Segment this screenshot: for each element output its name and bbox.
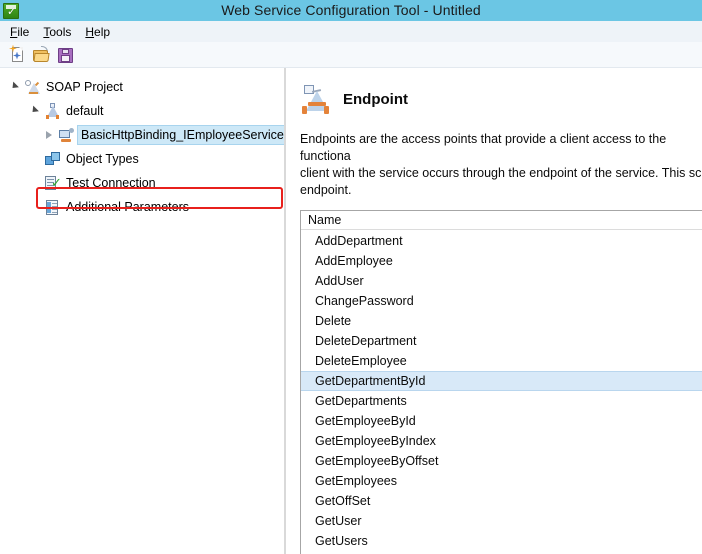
menu-item-file[interactable]: File — [5, 23, 38, 41]
operation-name: GetDepartments — [315, 394, 407, 408]
content-area: SOAP Project default BasicHttpBinding_IE… — [0, 68, 702, 554]
window-title: Web Service Configuration Tool - Untitle… — [221, 2, 481, 18]
panel-splitter[interactable] — [284, 68, 286, 554]
operation-row[interactable]: GetDepartmentById — [301, 371, 702, 391]
tree-node-additional-parameters[interactable]: Additional Parameters — [0, 195, 284, 219]
operation-name: DeleteDepartment — [315, 334, 417, 348]
endpoint-icon — [300, 84, 334, 116]
no-chevron-icon — [28, 200, 42, 214]
operation-name: Delete — [315, 314, 352, 328]
tree-node-label: Test Connection — [66, 176, 156, 190]
operation-name: GetEmployeeByOffset — [315, 454, 439, 468]
operation-name: AddDepartment — [315, 234, 403, 248]
chevron-right-icon[interactable] — [42, 128, 56, 142]
binding-default-icon — [44, 102, 61, 120]
operation-name: GetUser — [315, 514, 362, 528]
operations-rows: AddDepartment AddEmployee AddUser ChangePas… — [301, 230, 702, 551]
operation-name: DeleteEmployee — [315, 354, 407, 368]
operation-name: GetEmployeeByIndex — [315, 434, 436, 448]
operation-row[interactable]: GetEmployeeByOffset — [301, 451, 702, 471]
operation-row[interactable]: AddEmployee — [301, 251, 702, 271]
operation-row[interactable]: GetOffSet — [301, 491, 702, 511]
endpoint-header: Endpoint — [288, 68, 702, 116]
tree-node-test-connection[interactable]: ✓ Test Connection — [0, 171, 284, 195]
tree-node-label: Object Types — [66, 152, 139, 166]
operation-row[interactable]: DeleteDepartment — [301, 331, 702, 351]
page-title: Endpoint — [343, 91, 408, 108]
operation-row[interactable]: AddUser — [301, 271, 702, 291]
save-floppy-shutter-shape — [62, 48, 69, 54]
menu-bar: File Tools Help — [0, 21, 702, 42]
tree-node-default[interactable]: default — [0, 99, 284, 123]
no-chevron-icon — [28, 176, 42, 190]
object-types-icon — [44, 151, 61, 168]
tree-node-label: SOAP Project — [46, 80, 123, 94]
tree-node-label: BasicHttpBinding_IEmployeeService — [81, 128, 284, 142]
menu-file-rest: ile — [17, 24, 30, 39]
project-tree-panel: SOAP Project default BasicHttpBinding_IE… — [0, 68, 284, 554]
operation-name: AddEmployee — [315, 254, 393, 268]
menu-item-tools[interactable]: Tools — [38, 23, 80, 41]
open-folder-front-shape — [33, 52, 50, 62]
operation-row[interactable]: ChangePassword — [301, 291, 702, 311]
chevron-down-icon[interactable] — [8, 80, 22, 94]
operation-row[interactable]: AddDepartment — [301, 231, 702, 251]
operation-name: AddUser — [315, 274, 364, 288]
project-tree: SOAP Project default BasicHttpBinding_IE… — [0, 68, 284, 219]
additional-parameters-icon — [44, 199, 61, 216]
test-connection-icon: ✓ — [44, 175, 62, 192]
operation-name: ChangePassword — [315, 294, 414, 308]
menu-help-rest: elp — [94, 24, 111, 39]
open-folder-icon[interactable] — [30, 44, 52, 66]
chevron-down-icon[interactable] — [28, 104, 42, 118]
new-file-icon[interactable] — [6, 44, 28, 66]
operation-row[interactable]: GetEmployees — [301, 471, 702, 491]
menu-tools-rest: ools — [49, 24, 72, 39]
save-floppy-label-shape — [61, 54, 70, 62]
no-chevron-icon — [28, 152, 42, 166]
operation-row[interactable]: GetEmployeeById — [301, 411, 702, 431]
title-bar: Web Service Configuration Tool - Untitle… — [0, 0, 702, 21]
tree-node-soap-project[interactable]: SOAP Project — [0, 75, 284, 99]
operation-name: GetOffSet — [315, 494, 371, 508]
save-floppy-icon[interactable] — [54, 44, 76, 66]
tree-node-basichttpbinding-iemployeeservice[interactable]: BasicHttpBinding_IEmployeeService — [0, 123, 284, 147]
tree-node-label: default — [66, 104, 104, 118]
operations-column-header[interactable]: Name — [301, 211, 702, 230]
operation-name: GetEmployees — [315, 474, 397, 488]
operations-list[interactable]: Name AddDepartment AddEmployee AddUser Chan… — [300, 210, 702, 554]
operation-row[interactable]: GetUsers — [301, 531, 702, 551]
endpoint-detail-panel: Endpoint Endpoints are the access points… — [288, 68, 702, 554]
operation-row[interactable]: Delete — [301, 311, 702, 331]
menu-item-help[interactable]: Help — [80, 23, 119, 41]
endpoint-description: Endpoints are the access points that pro… — [300, 132, 702, 197]
operation-name: GetDepartmentById — [315, 374, 426, 388]
toolbar — [0, 42, 702, 68]
menu-help-accel: H — [85, 24, 95, 39]
operation-name: GetUsers — [315, 534, 368, 548]
soap-project-icon — [24, 79, 41, 96]
operation-row[interactable]: GetEmployeeByIndex — [301, 431, 702, 451]
web-service-configuration-tool-window: Web Service Configuration Tool - Untitle… — [0, 0, 702, 554]
tree-node-object-types[interactable]: Object Types — [0, 147, 284, 171]
tree-node-label: Additional Parameters — [66, 200, 189, 214]
operation-row[interactable]: GetUser — [301, 511, 702, 531]
operation-name: GetEmployeeById — [315, 414, 416, 428]
column-header-name: Name — [308, 213, 342, 227]
endpoint-node-icon — [58, 127, 75, 144]
operation-row[interactable]: DeleteEmployee — [301, 351, 702, 371]
operation-row[interactable]: GetDepartments — [301, 391, 702, 411]
